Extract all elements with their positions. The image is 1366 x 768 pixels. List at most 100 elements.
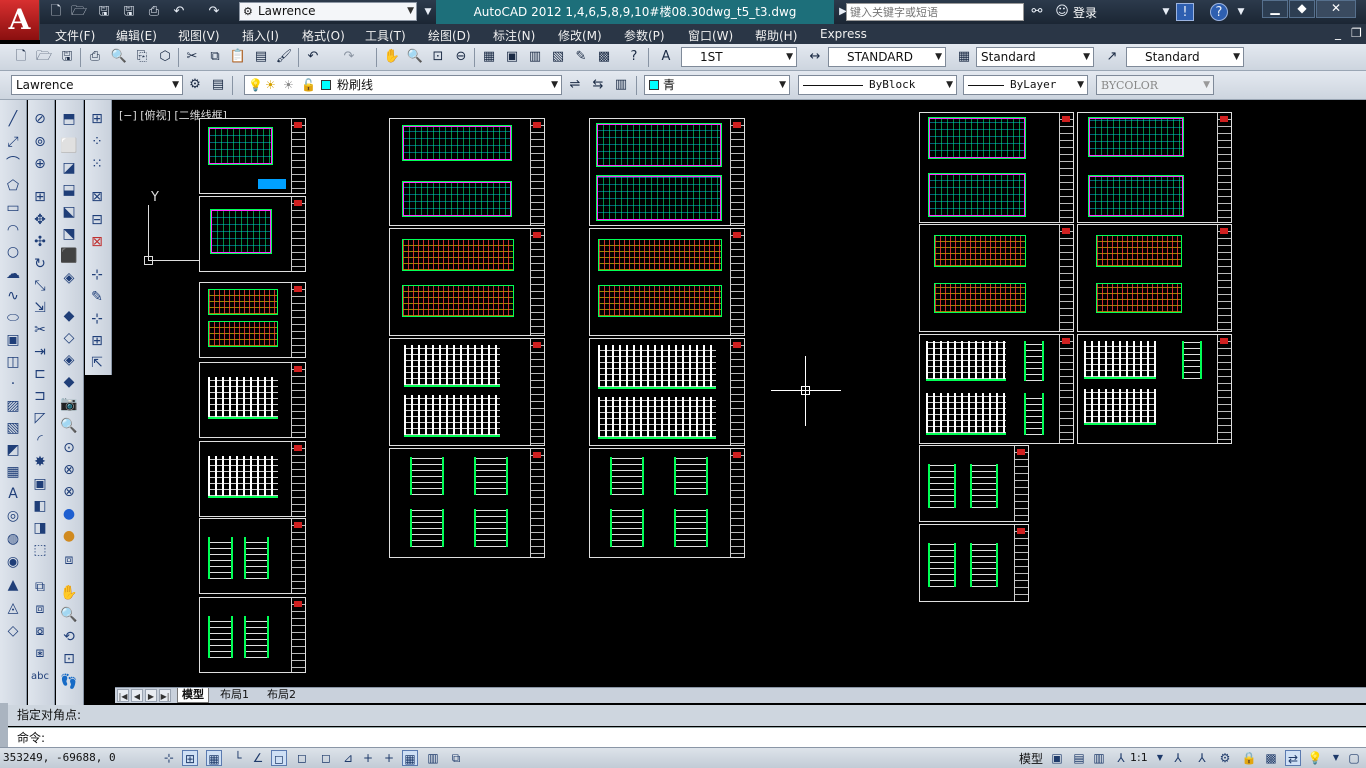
zoom-window-icon[interactable]: ⊡ [429,48,447,66]
3d-object-snap-icon[interactable]: ◻ [294,750,310,766]
camera-icon[interactable]: 📷 [60,395,78,413]
mirror-icon[interactable]: ⊕ [31,155,49,173]
cylinder-icon[interactable]: ⬓ [60,181,78,199]
paste-block-icon[interactable]: ▤ [252,48,270,66]
help-icon[interactable]: ? [625,48,643,66]
hardware-acceleration-icon[interactable]: ▩ [1263,750,1279,766]
drawing-sheet[interactable] [389,338,545,446]
menu-modify[interactable]: 修改(M) [558,27,602,44]
align-icon[interactable]: ⊹ [88,310,106,328]
polygon-icon[interactable]: ⬠ [4,177,22,195]
redo-icon[interactable]: ↷ [340,48,358,66]
login-dropdown-icon[interactable]: ▼ [1157,3,1175,21]
command-input[interactable]: 命令: [8,727,1366,747]
workspace-settings-icon[interactable]: ⚙ [186,76,204,94]
layer-combo[interactable]: 💡 ☀ ☀ 🔓 粉刷线 ▼ [244,75,562,95]
fillet-icon[interactable]: ◜ [31,431,49,449]
drawing-sheet[interactable] [199,518,306,594]
first-tab-icon[interactable]: |◀ [117,689,129,702]
text-style-combo[interactable]: 1ST ▼ [681,47,797,67]
ungroup-icon[interactable]: ⊠ [88,233,106,251]
table-icon[interactable]: ▦ [4,463,22,481]
design-center-icon[interactable]: ▣ [503,48,521,66]
save-icon[interactable]: 🖫 [95,3,113,21]
fly-icon[interactable]: ◆ [60,373,78,391]
drawing-sheet[interactable] [919,224,1074,332]
point-icon[interactable]: · [4,375,22,393]
drawing-sheet[interactable] [389,228,545,336]
workspace-switch-icon[interactable]: ⚙ [1217,750,1233,766]
block-attribute-icon[interactable]: ⊠ [88,188,106,206]
extend-icon[interactable]: ⇥ [31,343,49,361]
drawing-sheet[interactable] [389,448,545,558]
revcloud-icon[interactable]: ☁ [4,265,22,283]
drawing-sheet[interactable] [589,228,745,336]
linetype-combo[interactable]: ByBlock ▼ [798,75,957,95]
lock-icon[interactable]: 🔒 [1241,750,1257,766]
annotation-scale-icon[interactable]: ⅄ [1113,750,1129,766]
construction-line-icon[interactable]: ⤢ [4,133,22,151]
save-icon[interactable]: 🖫 [58,48,76,66]
zoom-icon[interactable]: 🔍 [60,606,78,624]
select-similar-icon[interactable]: ⇱ [88,354,106,372]
subtract-icon[interactable]: ◧ [31,497,49,515]
command-grip[interactable] [0,703,8,747]
shaded-sphere-icon[interactable]: ● [60,505,78,523]
menu-tools[interactable]: 工具(T) [365,27,406,44]
drawing-sheet[interactable] [919,445,1029,522]
visual-style-icon[interactable]: ⊗ [60,483,78,501]
camera-adjust-icon[interactable]: ⊡ [60,650,78,668]
pan-icon[interactable]: ✋ [383,48,401,66]
save-as-icon[interactable]: 🖫 [120,3,138,21]
drawing-sheet[interactable] [199,196,306,272]
sweep-icon[interactable]: ◈ [60,269,78,287]
table-style-icon[interactable]: ▦ [955,48,973,66]
plot-preview-icon[interactable]: 🔍 [110,48,128,66]
box-icon[interactable]: ⬜ [60,137,78,155]
undo-icon[interactable]: ↶ [304,48,322,66]
drawing-sheet[interactable] [1077,112,1232,223]
arc-icon[interactable]: ◠ [4,221,22,239]
color-combo[interactable]: 青 ▼ [644,75,790,95]
drawing-sheet[interactable] [199,362,306,438]
workspaces-combo[interactable]: Lawrence ▼ [11,75,183,95]
planar-surface-icon[interactable]: ◇ [4,622,22,640]
array-icon[interactable]: ✥ [31,211,49,229]
edit-attribute-icon[interactable]: ✎ [88,288,106,306]
quick-properties-icon[interactable]: ▥ [425,750,441,766]
open-icon[interactable]: 🗁 [35,48,53,66]
move-icon[interactable]: ✣ [31,233,49,251]
ellipse-icon[interactable]: ⬭ [4,309,22,327]
tab-layout2[interactable]: 布局2 [263,688,300,703]
quick-access-dropdown-icon[interactable]: ▼ [419,3,437,21]
print-icon[interactable]: ⎙ [145,3,163,21]
menu-help[interactable]: 帮助(H) [755,27,797,44]
menu-edit[interactable]: 编辑(E) [116,27,157,44]
break-icon[interactable]: ⊏ [31,365,49,383]
pyramid-icon[interactable]: ◬ [4,599,22,617]
pan-hand-icon[interactable]: ✋ [60,584,78,602]
dynamic-input-icon[interactable]: + [360,750,376,766]
text-style-icon[interactable]: A [657,48,675,66]
drawing-sheet[interactable] [589,448,745,558]
layer-off-icon[interactable]: ⧆ [31,644,49,662]
redo-icon[interactable]: ↷ [205,3,223,21]
menu-express[interactable]: Express [820,27,867,41]
layout-icon[interactable]: ▣ [1049,750,1065,766]
drawing-sheet[interactable] [199,441,306,517]
extrude-icon[interactable]: ⬕ [60,203,78,221]
hide-icon[interactable]: ⊗ [60,461,78,479]
wedge-icon[interactable]: ◪ [60,159,78,177]
copy-object-icon[interactable]: ⊚ [31,133,49,151]
minimize-button[interactable]: ▁ [1262,0,1288,18]
walk-footprint-icon[interactable]: 👣 [60,673,78,691]
circle-icon[interactable]: ○ [4,243,22,261]
cone-icon[interactable]: ▲ [4,576,22,594]
ortho-mode-icon[interactable]: └ [230,750,246,766]
join-icon[interactable]: ⊐ [31,387,49,405]
close-button[interactable]: ✕ [1316,0,1356,18]
multileader-style-icon[interactable]: ↗ [1103,48,1121,66]
node-icon[interactable]: ⁙ [88,155,106,173]
explode-icon[interactable]: ✸ [31,453,49,471]
snap-settings-icon[interactable]: ⊹ [88,266,106,284]
